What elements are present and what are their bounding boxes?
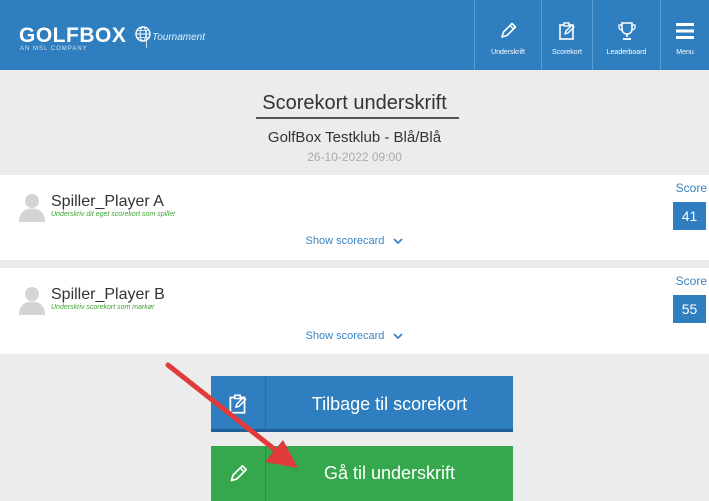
player-name: Spiller_Player A [51,193,164,210]
button-icon-area [211,446,266,501]
top-navigation-bar: GOLFBOX AN MSL COMPANY Tournament Unders… [0,0,709,70]
club-course: GolfBox Testklub - Blå/Blå [267,129,442,146]
page-title: Scorekort underskrift [262,92,447,114]
nav-scorekort[interactable]: Scorekort [542,0,592,70]
back-button-label: Tilbage til scorekort [311,394,468,414]
nav-label: Leaderboard [606,49,647,56]
player-card: Spiller_Player A Underskriv dit eget sco… [0,175,709,260]
player-instruction: Underskriv scorekort som markør [51,304,155,311]
logo-divider [146,30,147,48]
nav-leaderboard[interactable]: Leaderboard [593,0,660,70]
show-scorecard-label: Show scorecard [305,330,385,342]
golfbox-logo[interactable]: GOLFBOX [19,24,151,48]
product-name: Tournament [152,32,205,43]
show-scorecard-label: Show scorecard [305,235,385,247]
avatar-icon [19,287,45,315]
pen-icon [501,22,517,38]
trophy-icon [617,22,636,40]
score-value: 55 [673,295,706,323]
player-name: Spiller_Player B [51,286,165,303]
score-value: 41 [673,202,706,230]
show-scorecard-link[interactable]: Show scorecard [0,330,709,342]
chevron-down-icon [393,332,404,339]
player-card: Spiller_Player B Underskriv scorekort so… [0,268,709,354]
hamburger-menu-icon [676,23,694,39]
score-label: Score [675,274,707,288]
button-icon-area [211,376,266,429]
sign-button-label: Gå til underskrift [323,463,456,483]
pen-icon [230,464,248,482]
back-to-scorecard-button[interactable]: Tilbage til scorekort [211,376,513,432]
scorecard-edit-icon [559,22,575,40]
chevron-down-icon [393,237,404,244]
logo-subtitle: AN MSL COMPANY [20,46,88,52]
nav-menu[interactable]: Menu [661,0,709,70]
title-underline [256,117,459,119]
nav-label: Scorekort [552,49,582,56]
tee-datetime: 26-10-2022 09:00 [307,150,402,164]
score-label: Score [675,181,707,195]
nav-label: Underskrift [491,49,525,56]
avatar-icon [19,194,45,222]
nav-label: Menu [676,49,694,56]
globe-icon [134,24,151,48]
show-scorecard-link[interactable]: Show scorecard [0,235,709,247]
player-instruction: Underskriv dit eget scorekort som spille… [51,211,176,218]
logo-text: GOLFBOX [19,24,127,47]
nav-underskrift[interactable]: Underskrift [475,0,541,70]
go-to-signature-button[interactable]: Gå til underskrift [211,446,513,501]
scorecard-edit-icon [229,394,247,414]
